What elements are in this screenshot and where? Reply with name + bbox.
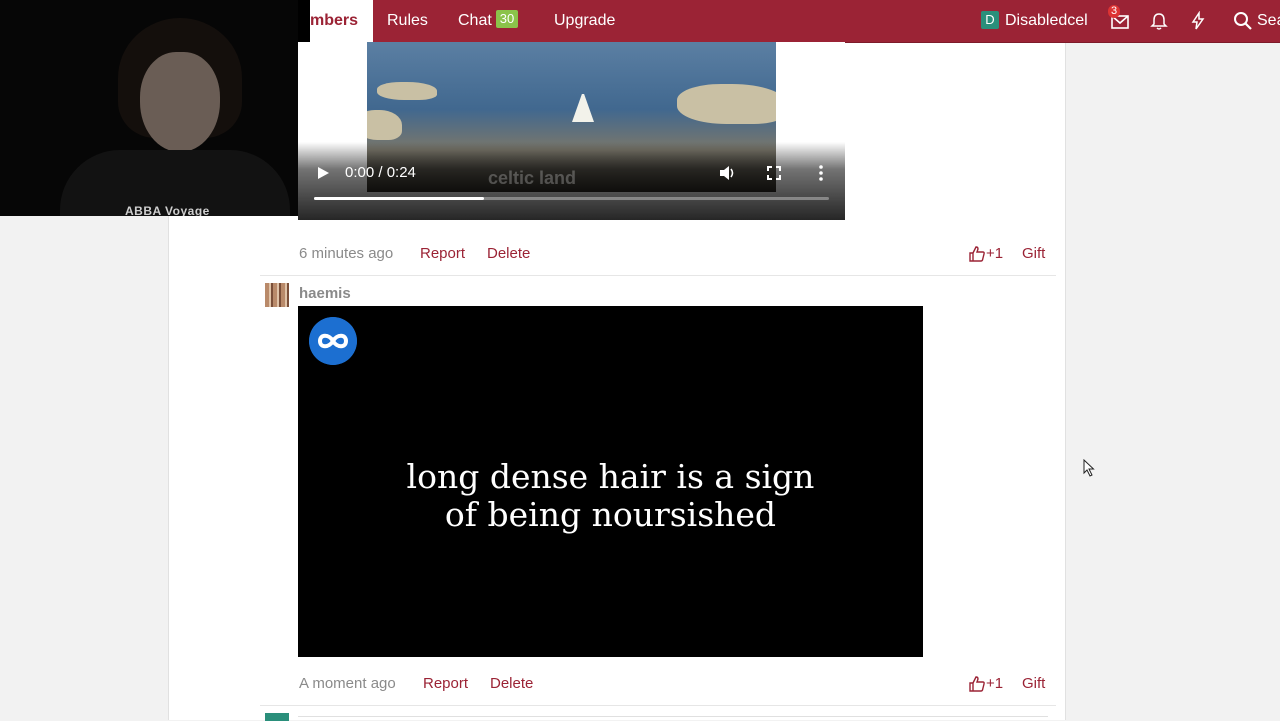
play-icon[interactable] — [316, 166, 330, 180]
post2-gift-link[interactable]: Gift — [1022, 675, 1045, 692]
inbox-count-badge: 3 — [1108, 5, 1121, 18]
next-post-edge — [298, 716, 1048, 721]
nav-tab-members[interactable]: mbers — [300, 0, 374, 42]
post2-like-count[interactable]: +1 — [986, 675, 1003, 692]
post-divider — [260, 275, 1056, 276]
nav-tab-rules[interactable]: Rules — [387, 0, 428, 42]
like-icon[interactable] — [968, 675, 986, 693]
more-options-icon[interactable] — [818, 165, 824, 181]
video-time-display: 0:00 / 0:24 — [345, 164, 416, 181]
post-divider — [260, 705, 1056, 706]
post2-delete-link[interactable]: Delete — [490, 675, 533, 692]
video-island — [677, 84, 776, 124]
post2-report-link[interactable]: Report — [423, 675, 468, 692]
video-island — [367, 110, 402, 140]
webcam-edge — [298, 0, 310, 42]
bell-icon[interactable] — [1149, 11, 1169, 31]
infinity-logo-icon — [309, 317, 357, 365]
post1-like-count[interactable]: +1 — [986, 245, 1003, 262]
chat-count-badge: 30 — [495, 10, 519, 28]
nav-chat-label: Chat — [458, 12, 492, 29]
user-avatar: D — [981, 11, 999, 29]
video-watermark: celtic land — [488, 168, 577, 188]
caption-line-1: long dense hair is a sign — [406, 457, 815, 496]
nav-tab-chat[interactable]: Chat 30 — [458, 0, 519, 42]
webcam-overlay: ABBA Voyage — [0, 0, 298, 216]
video-progress-fill — [314, 197, 484, 200]
bolt-icon[interactable] — [1188, 11, 1208, 31]
volume-icon[interactable] — [719, 165, 737, 181]
user-menu[interactable]: D Disabledcel — [981, 0, 1088, 42]
post2-author-avatar[interactable] — [265, 283, 289, 307]
post2-timestamp: A moment ago — [299, 675, 396, 692]
post2-video-caption: long dense hair is a sign of being nours… — [298, 458, 923, 534]
webcam-shirt-text: ABBA Voyage — [125, 204, 210, 216]
post1-video-player[interactable]: celtic land 0:00 / 0:24 — [298, 42, 845, 220]
post1-report-link[interactable]: Report — [420, 245, 465, 262]
mouse-cursor-icon — [1083, 459, 1095, 477]
fullscreen-icon[interactable] — [767, 166, 781, 180]
post1-delete-link[interactable]: Delete — [487, 245, 530, 262]
webcam-person-face — [140, 52, 220, 152]
video-progress-bar[interactable] — [314, 197, 829, 200]
nav-tab-upgrade[interactable]: Upgrade — [554, 0, 615, 42]
like-icon[interactable] — [968, 245, 986, 263]
video-island — [377, 82, 437, 100]
username-label: Disabledcel — [1005, 12, 1088, 29]
post2-author-name[interactable]: haemis — [299, 285, 351, 302]
post2-video-player[interactable]: long dense hair is a sign of being nours… — [298, 306, 923, 657]
caption-line-2: of being noursished — [444, 495, 777, 534]
post1-gift-link[interactable]: Gift — [1022, 245, 1045, 262]
post1-timestamp: 6 minutes ago — [299, 245, 394, 262]
search-label[interactable]: Sea — [1257, 0, 1280, 42]
search-icon[interactable] — [1233, 11, 1253, 31]
video-sailboat — [572, 94, 594, 122]
